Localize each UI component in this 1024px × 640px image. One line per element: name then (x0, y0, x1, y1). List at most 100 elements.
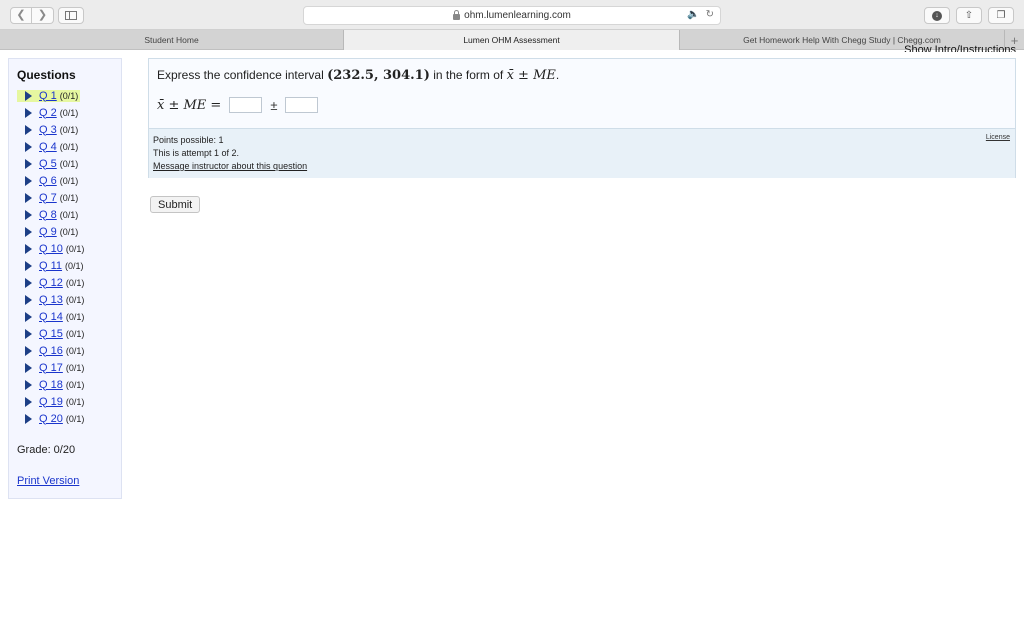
question-link-13[interactable]: Q 13 (39, 294, 63, 306)
question-link-17[interactable]: Q 17 (39, 362, 63, 374)
question-item-7: Q 7 (0/1) (17, 189, 121, 206)
address-bar-controls: 🔈 ↻ (687, 9, 714, 20)
question-item-11: Q 11 (0/1) (17, 257, 121, 274)
back-button[interactable]: ❮ (10, 7, 32, 24)
question-link-7[interactable]: Q 7 (39, 192, 57, 204)
address-bar[interactable]: ohm.lumenlearning.com 🔈 ↻ (303, 6, 721, 25)
triangle-right-icon (25, 413, 32, 424)
question-link-5[interactable]: Q 5 (39, 158, 57, 170)
tab-student-home[interactable]: Student Home (0, 30, 344, 50)
reload-icon[interactable]: ↻ (706, 9, 714, 20)
question-link-14[interactable]: Q 14 (39, 311, 63, 323)
submit-button[interactable]: Submit (150, 196, 201, 213)
question-score: (0/1) (65, 243, 85, 254)
question-score: (0/1) (65, 328, 85, 339)
message-instructor-link[interactable]: Message instructor about this question (153, 161, 307, 171)
question-item-8: Q 8 (0/1) (17, 206, 121, 223)
questions-list: Q 1 (0/1) Q 2 (0/1) Q 3 (0/1) Q 4 (0/1) Q 5(… (17, 87, 121, 427)
question-link-18[interactable]: Q 18 (39, 379, 63, 391)
print-version-link[interactable]: Print Version (17, 475, 121, 487)
share-icon: ⇧ (964, 10, 974, 21)
question-link-19[interactable]: Q 19 (39, 396, 63, 408)
triangle-right-icon (25, 175, 32, 186)
question-score: (0/1) (59, 226, 79, 237)
question-score: (0/1) (65, 413, 85, 424)
triangle-right-icon (25, 90, 32, 101)
question-score: (0/1) (65, 362, 85, 373)
question-score: (0/1) (65, 277, 85, 288)
question-score: (0/1) (59, 124, 79, 135)
nav-buttons: ❮ ❯ (10, 7, 54, 24)
tabs-overview-button[interactable]: ❐ (988, 7, 1014, 24)
question-score: (0/1) (59, 141, 79, 152)
interval-value: (232.5, 304.1) (327, 68, 430, 83)
question-score: (0/1) (65, 396, 85, 407)
triangle-right-icon (25, 141, 32, 152)
questions-panel: Questions Q 1 (0/1) Q 2 (0/1) Q 3 (0/1) Q 4… (8, 58, 122, 499)
question-item-3: Q 3 (0/1) (17, 121, 121, 138)
question-box: Express the confidence interval (232.5, … (148, 58, 1016, 178)
mean-input[interactable] (229, 97, 263, 113)
triangle-right-icon (25, 158, 32, 169)
question-link-3[interactable]: Q 3 (39, 124, 57, 136)
question-link-8[interactable]: Q 8 (39, 209, 57, 221)
question-item-15: Q 15 (0/1) (17, 325, 121, 342)
triangle-right-icon (25, 362, 32, 373)
triangle-right-icon (25, 294, 32, 305)
question-score: (0/1) (65, 345, 85, 356)
question-score: (0/1) (59, 158, 79, 169)
speaker-icon[interactable]: 🔈 (687, 9, 699, 20)
question-link-20[interactable]: Q 20 (39, 413, 63, 425)
question-score: (0/1) (65, 379, 85, 390)
question-footer: Points possible: 1 This is attempt 1 of … (149, 129, 1015, 178)
question-score: (0/1) (65, 311, 85, 322)
question-link-2[interactable]: Q 2 (39, 107, 57, 119)
question-item-9: Q 9 (0/1) (17, 223, 121, 240)
points-possible: Points possible: 1 (153, 135, 224, 145)
question-item-1: Q 1 (0/1) (17, 87, 121, 104)
browser-toolbar: ❮ ❯ ohm.lumenlearning.com 🔈 ↻ ↓ ⇧ ❐ (0, 0, 1024, 30)
question-link-11[interactable]: Q 11 (39, 260, 62, 272)
question-body: Express the confidence interval (232.5, … (149, 59, 1015, 129)
triangle-right-icon (25, 124, 32, 135)
question-link-9[interactable]: Q 9 (39, 226, 57, 238)
question-link-15[interactable]: Q 15 (39, 328, 63, 340)
license-link[interactable]: License (986, 134, 1010, 141)
triangle-right-icon (25, 277, 32, 288)
triangle-right-icon (25, 243, 32, 254)
question-link-12[interactable]: Q 12 (39, 277, 63, 289)
question-item-14: Q 14 (0/1) (17, 308, 121, 325)
question-link-16[interactable]: Q 16 (39, 345, 63, 357)
tab-lumen-ohm[interactable]: Lumen OHM Assessment (344, 30, 680, 50)
plus-minus-symbol: ± (270, 97, 278, 113)
question-item-5: Q 5 (0/1) (17, 155, 121, 172)
triangle-right-icon (25, 192, 32, 203)
question-score: (0/1) (59, 209, 79, 220)
margin-of-error-input[interactable] (285, 97, 319, 113)
triangle-right-icon (25, 396, 32, 407)
question-link-1[interactable]: Q 1 (39, 90, 57, 102)
triangle-right-icon (25, 379, 32, 390)
triangle-right-icon (25, 328, 32, 339)
question-item-16: Q 16 (0/1) (17, 342, 121, 359)
answer-label: x̄ ± ME = (157, 97, 222, 113)
question-link-10[interactable]: Q 10 (39, 243, 63, 255)
triangle-right-icon (25, 209, 32, 220)
question-item-13: Q 13 (0/1) (17, 291, 121, 308)
chevron-right-icon: ❯ (37, 9, 48, 21)
triangle-right-icon (25, 260, 32, 271)
question-score: (0/1) (59, 107, 79, 118)
question-score: (0/1) (59, 90, 79, 101)
show-intro-link[interactable]: Show Intro/Instructions (904, 43, 1016, 52)
question-link-4[interactable]: Q 4 (39, 141, 57, 153)
forward-button[interactable]: ❯ (32, 7, 54, 24)
downloads-button[interactable]: ↓ (924, 7, 950, 24)
question-score: (0/1) (59, 192, 79, 203)
question-link-6[interactable]: Q 6 (39, 175, 57, 187)
toolbar-right: ↓ ⇧ ❐ (924, 7, 1014, 24)
form-expression: x̄ ± ME (506, 68, 556, 83)
question-score: (0/1) (59, 175, 79, 186)
sidebar-toggle-button[interactable] (58, 7, 84, 24)
share-button[interactable]: ⇧ (956, 7, 982, 24)
chevron-left-icon: ❮ (16, 9, 26, 21)
